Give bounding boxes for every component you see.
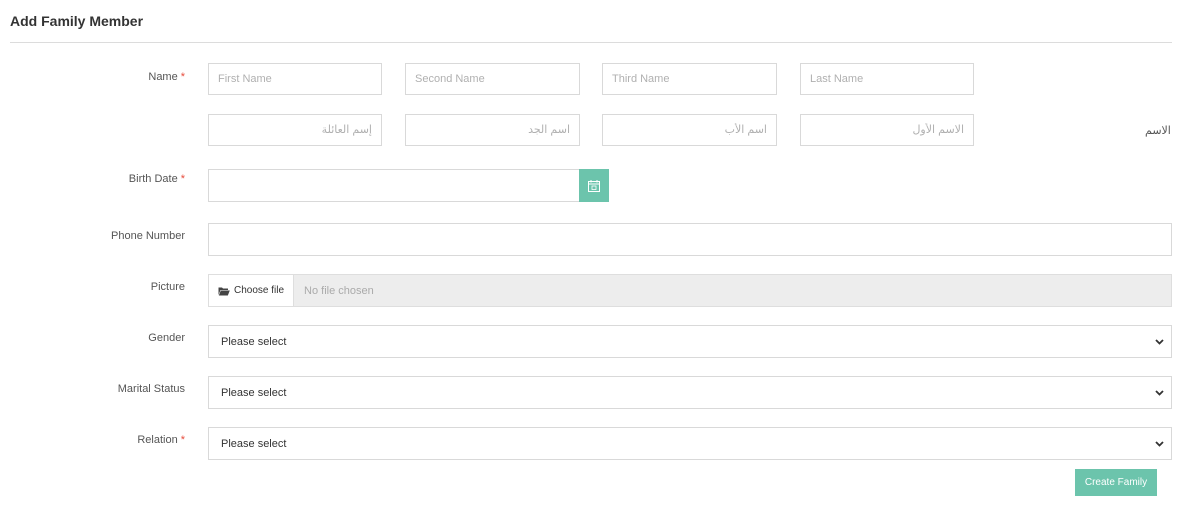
picture-label: Picture [150, 281, 185, 293]
marital-status-select[interactable]: Please select [208, 376, 1172, 409]
last-name-input[interactable] [800, 63, 974, 95]
relation-selected-value: Please select [221, 437, 287, 450]
phone-input[interactable] [208, 223, 1172, 256]
gender-select[interactable]: Please select [208, 325, 1172, 358]
chevron-down-icon [1154, 438, 1165, 449]
choose-file-button[interactable]: Choose file [209, 275, 295, 306]
ar-first-name-input[interactable] [800, 114, 974, 146]
relation-label: Relation * [137, 434, 185, 446]
folder-open-icon [218, 286, 230, 296]
chevron-down-icon [1154, 387, 1165, 398]
name-label: Name * [148, 71, 185, 83]
calendar-icon [588, 179, 600, 192]
title-divider [10, 42, 1172, 43]
gender-selected-value: Please select [221, 335, 287, 348]
required-marker: * [180, 434, 185, 446]
ar-father-name-input[interactable] [602, 114, 777, 146]
second-name-input[interactable] [405, 63, 580, 95]
third-name-input[interactable] [602, 63, 777, 95]
birth-date-label: Birth Date * [128, 173, 185, 185]
create-family-button[interactable]: Create Family [1075, 469, 1157, 496]
required-marker: * [180, 173, 185, 185]
marital-status-selected-value: Please select [221, 386, 287, 399]
chevron-down-icon [1154, 336, 1165, 347]
birth-date-input[interactable] [208, 169, 580, 202]
ar-family-name-input[interactable] [208, 114, 382, 146]
gender-label: Gender [148, 332, 185, 344]
calendar-button[interactable] [579, 169, 609, 202]
marital-status-label: Marital Status [117, 383, 185, 395]
required-marker: * [180, 71, 185, 83]
ar-name-label: الاسم [1145, 125, 1171, 137]
page-title: Add Family Member [10, 13, 144, 29]
phone-label: Phone Number [111, 230, 185, 242]
file-status-text: No file chosen [304, 284, 374, 297]
first-name-input[interactable] [208, 63, 382, 95]
picture-file-input[interactable]: Choose file No file chosen [208, 274, 1172, 307]
ar-grandfather-name-input[interactable] [405, 114, 580, 146]
relation-select[interactable]: Please select [208, 427, 1172, 460]
